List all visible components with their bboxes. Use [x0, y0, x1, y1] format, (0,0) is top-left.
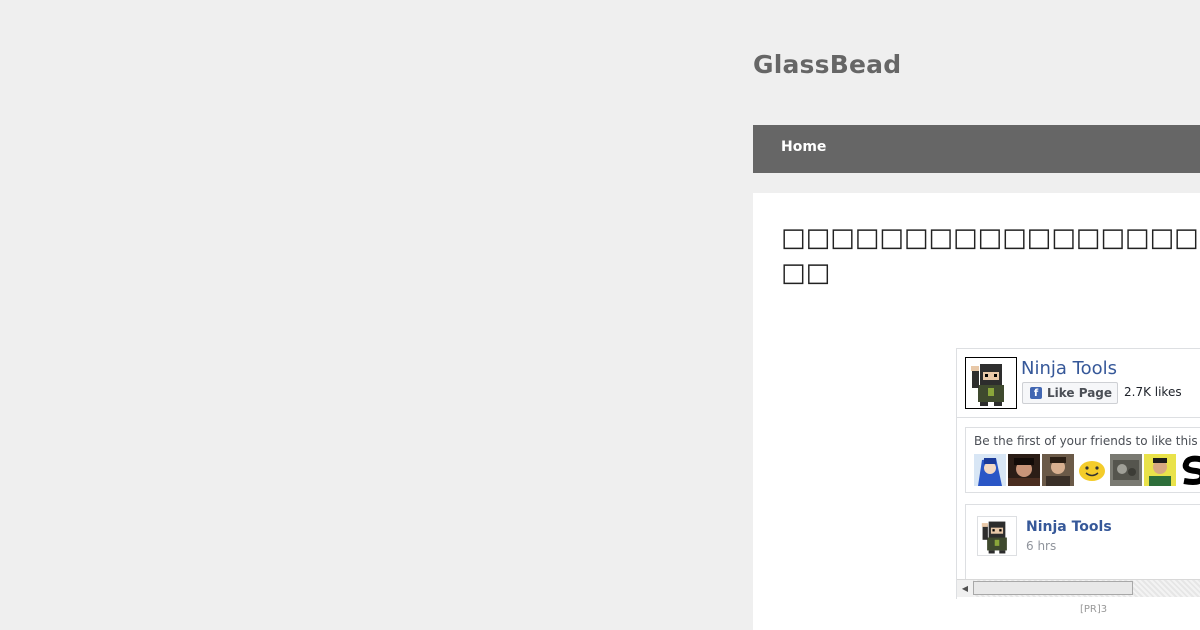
post-title-line-1: □□□□□□□□□□□□□□□□□□□□□□□□□□□by Her — [781, 223, 1200, 253]
facebook-page-name[interactable]: Ninja Tools — [1021, 358, 1117, 379]
friend-avatar-image — [1042, 454, 1074, 486]
ninja-avatar-image — [966, 358, 1016, 408]
horizontal-scrollbar[interactable]: ◀ — [957, 579, 1200, 597]
facebook-post-preview: Ninja Tools 6 hrs — [965, 504, 1200, 588]
facebook-f-icon: f — [1030, 387, 1042, 399]
facebook-page-widget: Ninja Tools f Like Page 2.7K likes Be th… — [956, 348, 1200, 599]
facebook-widget-header: Ninja Tools f Like Page 2.7K likes — [957, 349, 1200, 418]
friend-avatar-image — [974, 454, 1006, 486]
friend-avatar[interactable] — [1178, 454, 1200, 486]
friends-like-prompt: Be the first of your friends to like thi… — [974, 434, 1198, 448]
main-navigation: Home — [753, 125, 1200, 173]
post-author-avatar[interactable] — [977, 516, 1017, 556]
friend-avatar[interactable] — [974, 454, 1006, 486]
friend-avatar[interactable] — [1144, 454, 1176, 486]
post-title-line-2: □□ — [781, 258, 831, 288]
friend-avatars — [974, 454, 1200, 486]
page: GlassBead Home □□□□□□□□□□□□□□□□□□□□□□□□□… — [0, 0, 1200, 630]
scrollbar-thumb[interactable] — [973, 581, 1133, 595]
post-timestamp[interactable]: 6 hrs — [1026, 539, 1056, 553]
friend-avatar[interactable] — [1076, 454, 1108, 486]
friend-avatar-image — [1144, 454, 1176, 486]
main-content: □□□□□□□□□□□□□□□□□□□□□□□□□□□by Her □□ — [753, 193, 1200, 630]
friend-avatar[interactable] — [1110, 454, 1142, 486]
like-page-button[interactable]: f Like Page — [1022, 382, 1118, 404]
ninja-page-avatar[interactable] — [965, 357, 1017, 409]
like-page-label: Like Page — [1047, 386, 1113, 400]
post-author-name[interactable]: Ninja Tools — [1026, 519, 1112, 535]
friend-avatar-image — [1076, 454, 1108, 486]
nav-home-link[interactable]: Home — [781, 139, 826, 155]
ad-label[interactable]: [PR]3 — [1080, 604, 1107, 615]
friend-avatar[interactable] — [1008, 454, 1040, 486]
scroll-left-arrow-icon[interactable]: ◀ — [957, 580, 973, 597]
post-title[interactable]: □□□□□□□□□□□□□□□□□□□□□□□□□□□by Her □□ — [781, 221, 1200, 291]
friend-avatar-image — [1110, 454, 1142, 486]
friends-box: Be the first of your friends to like thi… — [965, 427, 1200, 493]
site-title[interactable]: GlassBead — [753, 50, 901, 79]
friend-avatar-image — [1178, 454, 1200, 486]
friend-avatar[interactable] — [1042, 454, 1074, 486]
ninja-post-avatar-image — [978, 517, 1016, 555]
friend-avatar-image — [1008, 454, 1040, 486]
likes-count: 2.7K likes — [1124, 385, 1182, 399]
